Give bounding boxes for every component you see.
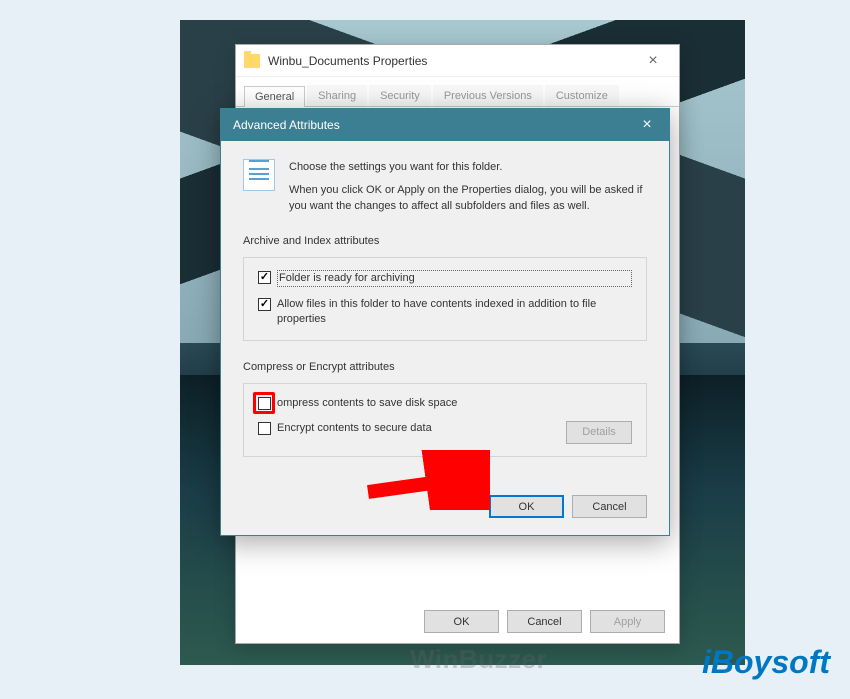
tab-customize[interactable]: Customize xyxy=(545,85,619,106)
archive-group-box: Folder is ready for archiving Allow file… xyxy=(243,257,647,341)
advanced-attributes-dialog: Advanced Attributes × Choose the setting… xyxy=(220,108,670,536)
advanced-titlebar[interactable]: Advanced Attributes × xyxy=(221,109,669,141)
iboysoft-watermark: iBoysoft xyxy=(702,644,830,681)
winbuzzer-watermark: WinBuzzer xyxy=(410,644,547,675)
compress-group-label: Compress or Encrypt attributes xyxy=(243,361,647,373)
tab-sharing[interactable]: Sharing xyxy=(307,85,367,106)
intro-block: Choose the settings you want for this fo… xyxy=(243,159,647,215)
encrypt-checkbox[interactable] xyxy=(258,422,271,435)
document-icon xyxy=(243,159,275,191)
advanced-ok-button[interactable]: OK xyxy=(489,495,564,518)
advanced-buttons: OK Cancel xyxy=(221,495,669,532)
index-files-checkbox[interactable] xyxy=(258,298,271,311)
folder-icon xyxy=(244,54,260,68)
archive-ready-checkbox[interactable] xyxy=(258,271,271,284)
compress-group-box: ompress contents to save disk space Encr… xyxy=(243,383,647,457)
advanced-cancel-button[interactable]: Cancel xyxy=(572,495,647,518)
properties-titlebar[interactable]: Winbu_Documents Properties × xyxy=(236,45,679,77)
close-icon[interactable]: × xyxy=(635,47,671,75)
compress-label[interactable]: ompress contents to save disk space xyxy=(277,396,632,411)
tab-security[interactable]: Security xyxy=(369,85,431,106)
properties-tabs: General Sharing Security Previous Versio… xyxy=(236,77,679,107)
properties-cancel-button[interactable]: Cancel xyxy=(507,610,582,633)
properties-title: Winbu_Documents Properties xyxy=(268,54,635,68)
properties-apply-button[interactable]: Apply xyxy=(590,610,665,633)
encrypt-label[interactable]: Encrypt contents to secure data xyxy=(277,421,540,436)
properties-ok-button[interactable]: OK xyxy=(424,610,499,633)
compress-checkbox[interactable] xyxy=(258,397,271,410)
intro-line-2: When you click OK or Apply on the Proper… xyxy=(289,182,647,215)
close-icon[interactable]: × xyxy=(629,111,665,139)
advanced-title: Advanced Attributes xyxy=(233,118,629,132)
tab-general[interactable]: General xyxy=(244,86,305,107)
details-button[interactable]: Details xyxy=(566,421,632,444)
intro-line-1: Choose the settings you want for this fo… xyxy=(289,159,647,176)
archive-ready-label[interactable]: Folder is ready for archiving xyxy=(277,270,632,287)
properties-buttons: OK Cancel Apply xyxy=(424,610,665,633)
index-files-label[interactable]: Allow files in this folder to have conte… xyxy=(277,297,632,328)
tab-previous-versions[interactable]: Previous Versions xyxy=(433,85,543,106)
archive-group-label: Archive and Index attributes xyxy=(243,235,647,247)
